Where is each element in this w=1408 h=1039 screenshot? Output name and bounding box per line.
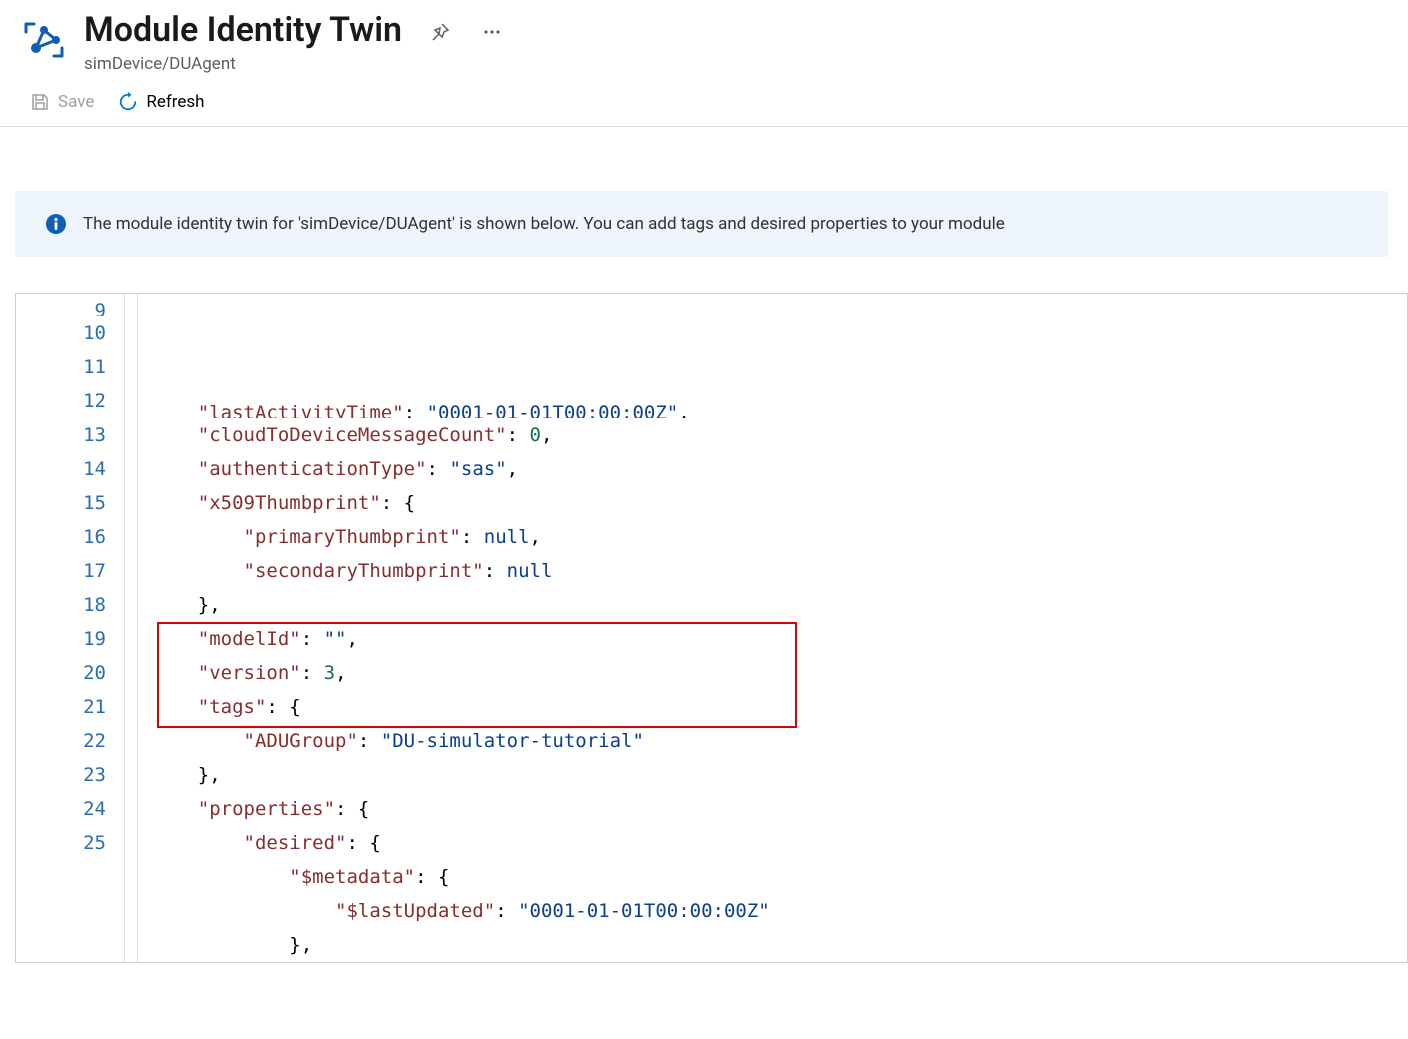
more-actions-button[interactable]: [478, 18, 506, 46]
line-number: 16: [16, 520, 106, 554]
save-icon: [30, 92, 50, 112]
page-title-row: Module Identity Twin: [84, 10, 1388, 50]
line-number: 13: [16, 418, 106, 452]
toolbar: Save Refresh: [0, 74, 1408, 127]
code-line[interactable]: "cloudToDeviceMessageCount": 0,: [152, 418, 1407, 452]
line-number: 10: [16, 316, 106, 350]
pin-button[interactable]: [426, 18, 454, 46]
line-number: 12: [16, 384, 106, 418]
module-identity-icon: [20, 16, 68, 64]
save-button[interactable]: Save: [30, 92, 94, 112]
code-line[interactable]: "secondaryThumbprint": null: [152, 554, 1407, 588]
line-number: 15: [16, 486, 106, 520]
line-number: 22: [16, 724, 106, 758]
json-editor[interactable]: 910111213141516171819202122232425 "lastA…: [15, 293, 1408, 963]
code-line[interactable]: "lastActivityTime": "0001-01-01T00:00:00…: [152, 396, 1407, 418]
code-line[interactable]: "desired": {: [152, 826, 1407, 860]
line-number: 9: [16, 294, 106, 316]
code-line[interactable]: "tags": {: [152, 690, 1407, 724]
code-area[interactable]: "lastActivityTime": "0001-01-01T00:00:00…: [124, 294, 1407, 962]
line-number: 19: [16, 622, 106, 656]
info-bar: The module identity twin for 'simDevice/…: [15, 191, 1388, 257]
code-line[interactable]: },: [152, 758, 1407, 792]
code-line[interactable]: "version": 3,: [152, 656, 1407, 690]
line-number: 14: [16, 452, 106, 486]
refresh-button[interactable]: Refresh: [118, 92, 204, 112]
line-number: 18: [16, 588, 106, 622]
code-line[interactable]: "$lastUpdated": "0001-01-01T00:00:00Z": [152, 894, 1407, 928]
refresh-icon: [118, 92, 138, 112]
line-number: 11: [16, 350, 106, 384]
code-line[interactable]: "modelId": "",: [152, 622, 1407, 656]
line-number: 20: [16, 656, 106, 690]
line-number-gutter: 910111213141516171819202122232425: [16, 294, 124, 962]
line-number: 24: [16, 792, 106, 826]
line-number: 25: [16, 826, 106, 860]
code-line[interactable]: },: [152, 588, 1407, 622]
page-header: Module Identity Twin: [0, 10, 1408, 74]
line-number: 23: [16, 758, 106, 792]
code-line[interactable]: "x509Thumbprint": {: [152, 486, 1407, 520]
page-title: Module Identity Twin: [84, 10, 402, 50]
code-line[interactable]: },: [152, 928, 1407, 962]
code-line[interactable]: "$metadata": {: [152, 860, 1407, 894]
info-icon: [45, 213, 67, 235]
refresh-label: Refresh: [146, 92, 204, 112]
code-line[interactable]: "authenticationType": "sas",: [152, 452, 1407, 486]
line-number: 21: [16, 690, 106, 724]
line-number: 17: [16, 554, 106, 588]
ellipsis-icon: [482, 22, 502, 42]
code-line[interactable]: "properties": {: [152, 792, 1407, 826]
info-text: The module identity twin for 'simDevice/…: [83, 214, 1005, 234]
page-root: Module Identity Twin: [0, 0, 1408, 1039]
pin-icon: [430, 22, 450, 42]
breadcrumb: simDevice/DUAgent: [84, 54, 1388, 74]
code-line[interactable]: "ADUGroup": "DU-simulator-tutorial": [152, 724, 1407, 758]
save-label: Save: [58, 92, 94, 112]
code-line[interactable]: "primaryThumbprint": null,: [152, 520, 1407, 554]
